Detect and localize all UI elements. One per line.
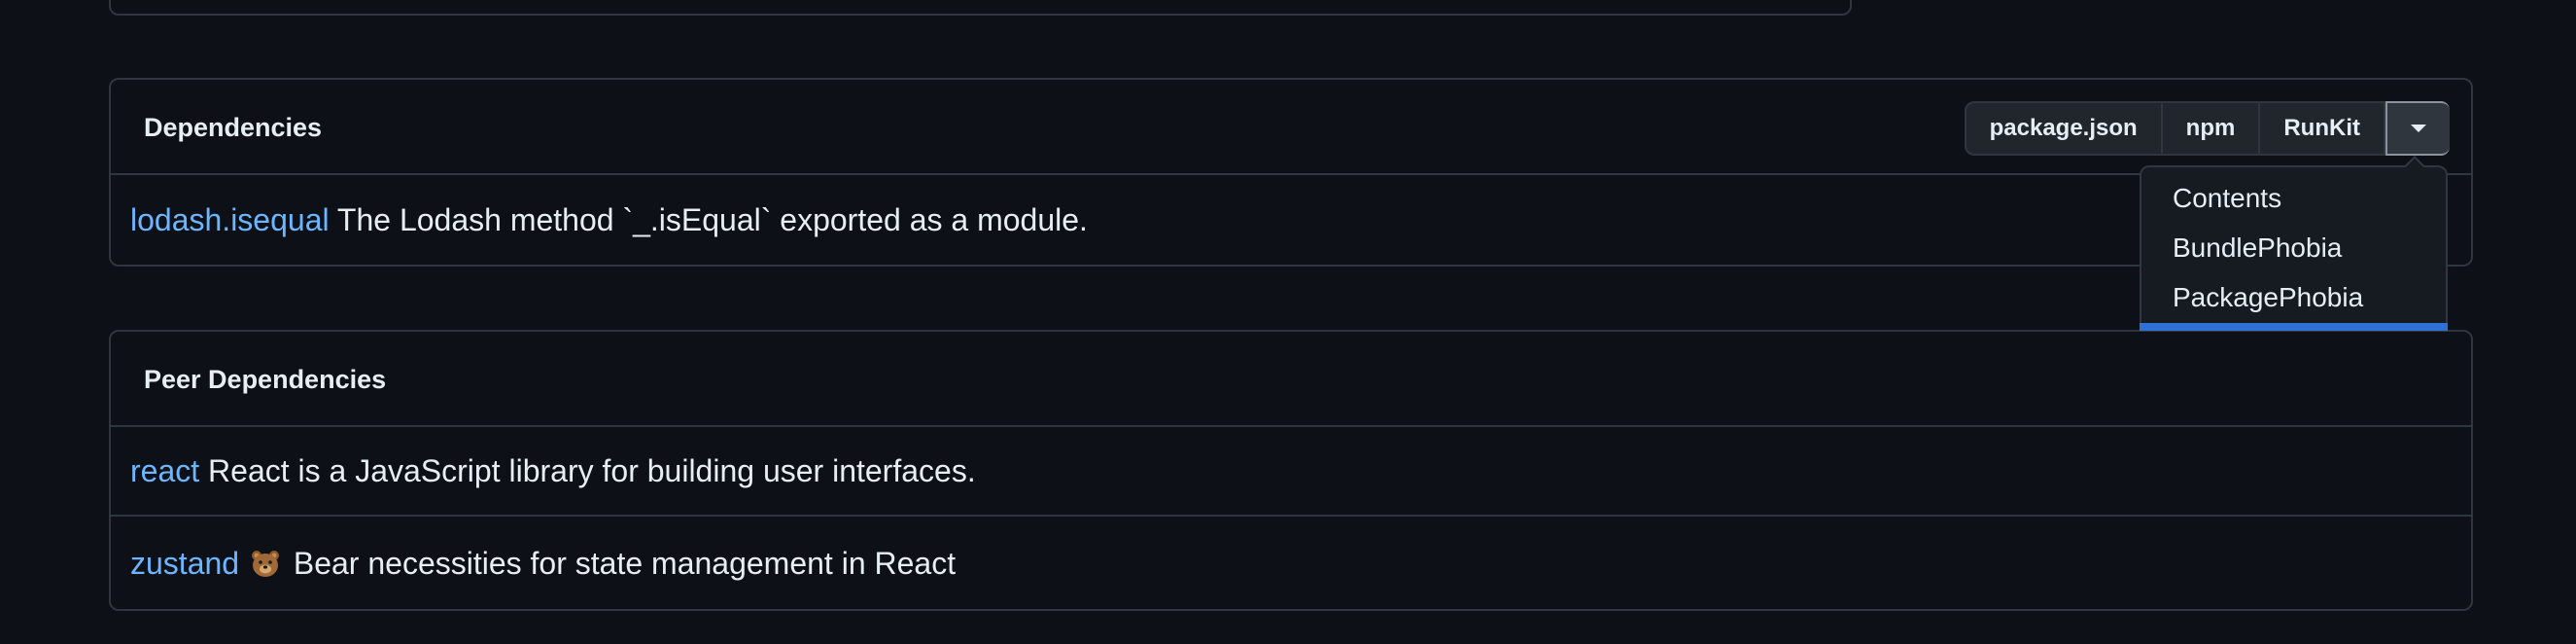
npm-button[interactable]: npm [2163,103,2261,154]
more-links-dropdown-button[interactable] [2385,101,2450,156]
peer-dependencies-title: Peer Dependencies [144,365,387,394]
peer-dependency-description: Bear necessities for state management in… [293,546,957,581]
previous-card [109,0,1852,16]
runkit-button[interactable]: RunKit [2260,103,2385,154]
dependency-links-button-group: package.json npm RunKit [1964,101,2450,156]
peer-dependency-row: react React is a JavaScript library for … [111,427,2471,517]
dropdown-item-contents[interactable]: Contents [2173,183,2281,214]
dropdown-highlight-bar [2140,323,2448,331]
peer-dependency-description: React is a JavaScript library for buildi… [208,453,976,488]
peer-dependencies-header: Peer Dependencies [111,332,2471,427]
bear-icon [251,551,279,577]
peer-dependencies-card: Peer Dependencies react React is a JavaS… [109,330,2473,611]
dependencies-card: Dependencies package.json npm RunKit lod… [109,78,2473,267]
page: Dependencies package.json npm RunKit lod… [0,0,2576,644]
dependencies-header: Dependencies package.json npm RunKit [111,80,2471,175]
dependency-description: The Lodash method `_.isEqual` exported a… [336,202,1088,237]
dropdown-item-bundlephobia[interactable]: BundlePhobia [2173,233,2342,264]
peer-dependency-link-react[interactable]: react [130,453,199,488]
peer-dependency-link-zustand[interactable]: zustand [130,546,239,581]
caret-down-icon [2411,125,2426,132]
dependency-row: lodash.isequal The Lodash method `_.isEq… [111,175,2471,265]
dropdown-item-packagephobia[interactable]: PackagePhobia [2173,282,2363,313]
dependencies-title: Dependencies [144,113,323,142]
package-json-button[interactable]: package.json [1967,103,2163,154]
dependency-link-lodash-isequal[interactable]: lodash.isequal [130,202,330,237]
more-links-dropdown-menu: Contents BundlePhobia PackagePhobia [2140,156,2448,331]
peer-dependency-row: zustand Bear necessities for state manag… [111,517,2471,609]
